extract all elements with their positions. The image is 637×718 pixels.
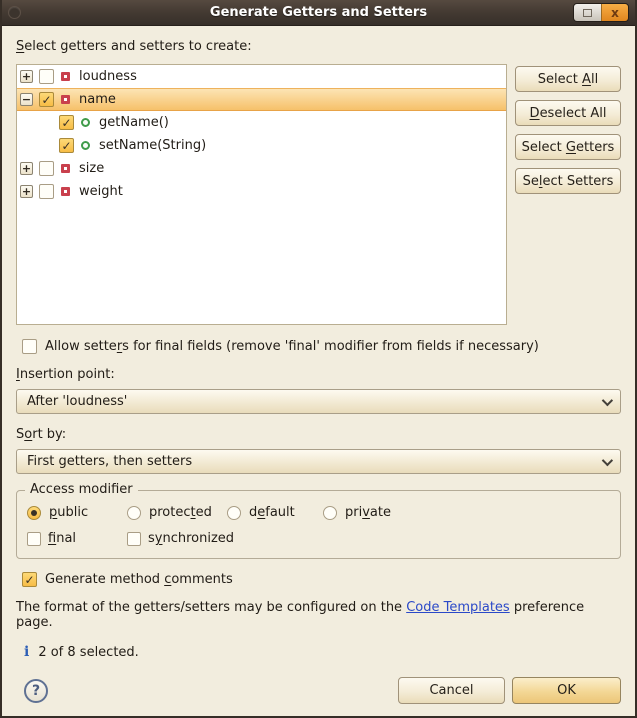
checkbox[interactable]	[27, 532, 41, 546]
generate-getters-setters-dialog: Generate Getters and Setters x Select ge…	[0, 0, 637, 718]
tree-row-label: setName(String)	[99, 138, 206, 153]
button-label: OK	[557, 683, 576, 698]
checkbox-final[interactable]: final	[27, 531, 127, 546]
code-templates-link[interactable]: Code Templates	[406, 600, 510, 615]
checkbox-loudness[interactable]	[39, 69, 54, 84]
question-mark-icon: ?	[32, 683, 40, 699]
generate-comments-checkbox[interactable]: ✓ Generate method comments	[16, 572, 621, 587]
close-button[interactable]: x	[601, 4, 628, 21]
radio-private[interactable]: private	[323, 505, 620, 520]
tree-row-weight[interactable]: + weight	[17, 180, 506, 203]
sort-by-label: Sort by:	[16, 427, 621, 444]
tree-row-loudness[interactable]: + loudness	[17, 65, 506, 88]
tree-row-label: getName()	[99, 115, 169, 130]
button-label: Select Setters	[523, 174, 614, 189]
expand-icon[interactable]: +	[20, 70, 33, 83]
radio-default[interactable]: default	[227, 505, 323, 520]
info-icon: i	[24, 644, 29, 660]
maximize-icon	[583, 9, 592, 17]
radio-icon[interactable]	[227, 506, 241, 520]
button-label: Select All	[538, 72, 598, 87]
expand-icon[interactable]: +	[20, 162, 33, 175]
checkbox[interactable]	[22, 339, 37, 354]
checkbox-label: final	[48, 531, 76, 546]
checkbox-label: synchronized	[148, 531, 234, 546]
format-note-prefix: The format of the getters/setters may be…	[16, 600, 406, 615]
radio-label: public	[49, 505, 88, 520]
status-text: 2 of 8 selected.	[38, 645, 138, 660]
sort-by-value: First getters, then setters	[27, 454, 192, 469]
getter-setter-tree[interactable]: + loudness − ✓ name ✓ getName()	[16, 64, 507, 325]
checkbox-getname[interactable]: ✓	[59, 115, 74, 130]
deselect-all-button[interactable]: Deselect All	[515, 100, 621, 126]
radio-icon[interactable]	[27, 506, 41, 520]
format-note: The format of the getters/setters may be…	[16, 600, 621, 630]
expand-icon[interactable]: +	[20, 185, 33, 198]
status-row: i 2 of 8 selected.	[16, 644, 621, 660]
maximize-button[interactable]	[574, 4, 601, 21]
generate-comments-label: Generate method comments	[45, 572, 233, 587]
radio-label: protected	[149, 505, 212, 520]
ok-button[interactable]: OK	[512, 677, 621, 704]
select-setters-button[interactable]: Select Setters	[515, 168, 621, 194]
check-icon: ✓	[24, 574, 34, 586]
access-modifier-legend: Access modifier	[25, 482, 138, 497]
select-getters-button[interactable]: Select Getters	[515, 134, 621, 160]
checkbox[interactable]: ✓	[22, 572, 37, 587]
check-icon: ✓	[61, 140, 71, 152]
allow-setters-final-label: Allow setters for final fields (remove '…	[45, 339, 539, 354]
field-icon	[61, 95, 70, 104]
checkbox-setname[interactable]: ✓	[59, 138, 74, 153]
window-title: Generate Getters and Setters	[2, 5, 635, 20]
checkbox[interactable]	[127, 532, 141, 546]
checkbox-synchronized[interactable]: synchronized	[127, 531, 227, 546]
method-icon	[81, 118, 90, 127]
insertion-point-label: Insertion point:	[16, 367, 621, 384]
title-bar[interactable]: Generate Getters and Setters x	[2, 0, 635, 26]
method-icon	[81, 141, 90, 150]
tree-row-size[interactable]: + size	[17, 157, 506, 180]
tree-row-label: loudness	[79, 69, 137, 84]
field-icon	[61, 164, 70, 173]
radio-label: private	[345, 505, 391, 520]
check-icon: ✓	[41, 94, 51, 106]
dialog-content: Select getters and setters to create: + …	[2, 26, 635, 716]
chevron-down-icon	[602, 454, 613, 465]
sort-by-combo[interactable]: First getters, then setters	[16, 449, 621, 474]
radio-protected[interactable]: protected	[127, 505, 227, 520]
checkbox-weight[interactable]	[39, 184, 54, 199]
titlebar-buttons: x	[573, 3, 629, 22]
tree-row-getname[interactable]: ✓ getName()	[17, 111, 506, 134]
tree-row-label: size	[79, 161, 104, 176]
chevron-down-icon	[602, 394, 613, 405]
field-icon	[61, 72, 70, 81]
radio-public[interactable]: public	[27, 505, 127, 520]
checkbox-size[interactable]	[39, 161, 54, 176]
field-icon	[61, 187, 70, 196]
tree-row-label: weight	[79, 184, 123, 199]
bottom-bar: ? Cancel OK	[16, 677, 621, 704]
allow-setters-final-checkbox[interactable]: Allow setters for final fields (remove '…	[16, 339, 621, 354]
button-label: Select Getters	[522, 140, 615, 155]
tree-caption: Select getters and setters to create:	[16, 39, 621, 56]
tree-row-setname[interactable]: ✓ setName(String)	[17, 134, 506, 157]
radio-icon[interactable]	[127, 506, 141, 520]
button-label: Deselect All	[530, 106, 607, 121]
select-all-button[interactable]: Select All	[515, 66, 621, 92]
collapse-icon[interactable]: −	[20, 93, 33, 106]
checkbox-name[interactable]: ✓	[39, 92, 54, 107]
close-icon: x	[611, 7, 619, 19]
tree-row-label: name	[79, 92, 116, 107]
radio-label: default	[249, 505, 295, 520]
help-button[interactable]: ?	[24, 679, 48, 703]
button-label: Cancel	[429, 683, 473, 698]
access-modifier-group: Access modifier public protected default…	[16, 490, 621, 559]
insertion-point-combo[interactable]: After 'loudness'	[16, 389, 621, 414]
insertion-point-value: After 'loudness'	[27, 394, 127, 409]
check-icon: ✓	[61, 117, 71, 129]
cancel-button[interactable]: Cancel	[398, 677, 505, 704]
selection-buttons: Select All Deselect All Select Getters S…	[515, 64, 621, 325]
tree-row-name[interactable]: − ✓ name	[17, 88, 506, 111]
radio-icon[interactable]	[323, 506, 337, 520]
